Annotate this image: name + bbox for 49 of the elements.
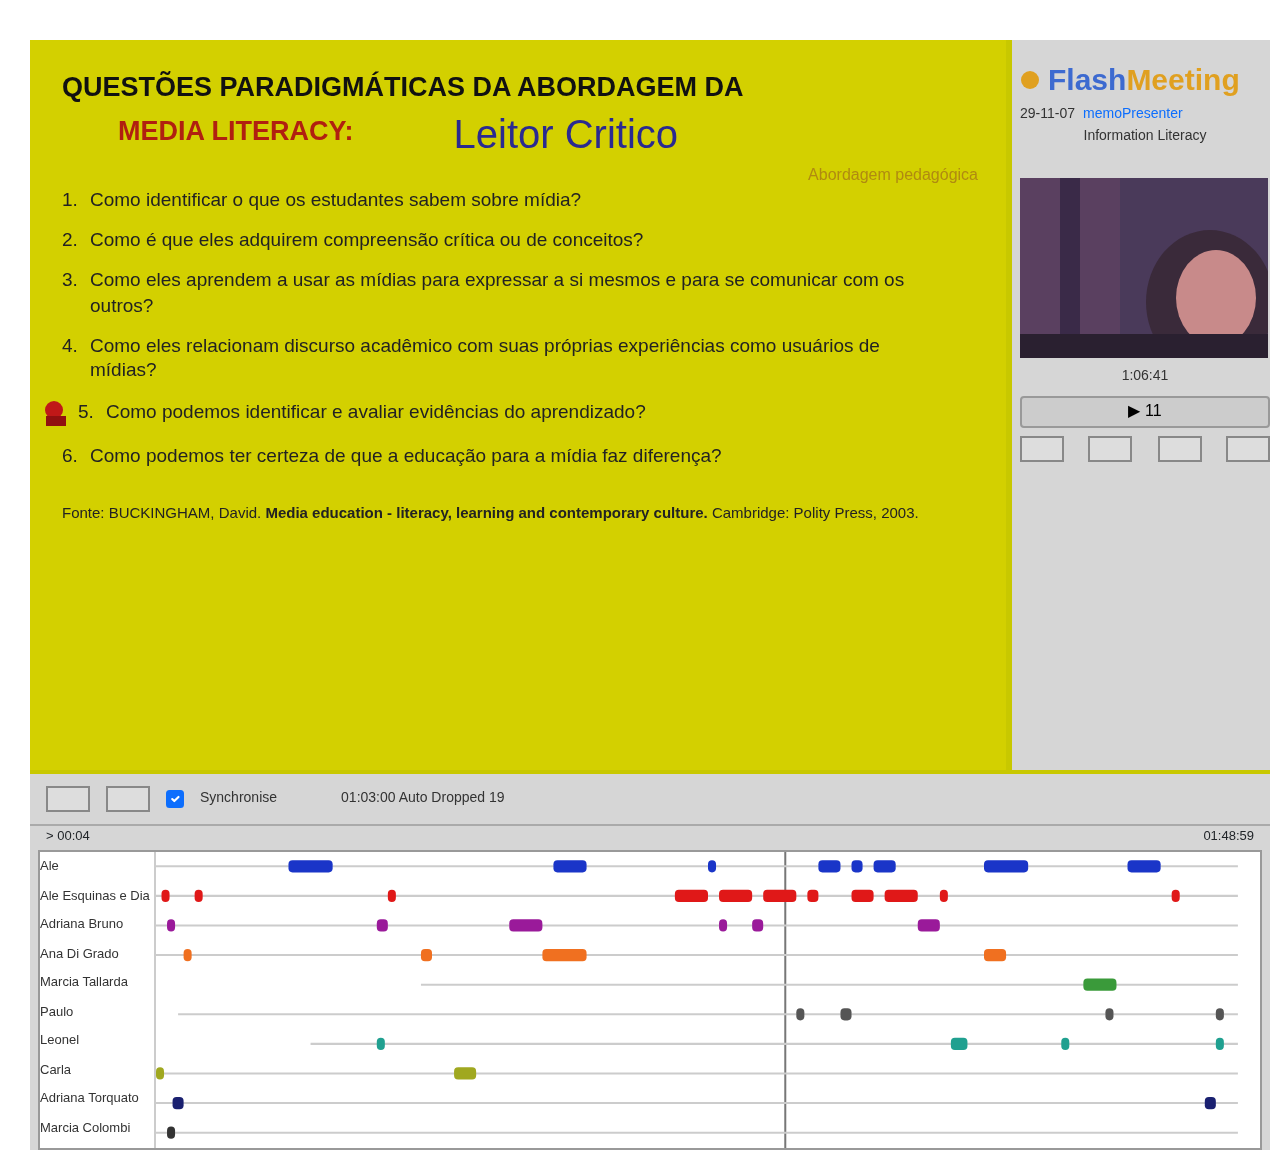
sequence-button[interactable] [106, 786, 150, 812]
forward-button[interactable] [1157, 435, 1202, 461]
playhead-line[interactable] [784, 852, 787, 1148]
sun-icon [1020, 70, 1040, 90]
view-button[interactable] [46, 786, 90, 812]
speech-segment[interactable] [851, 860, 863, 873]
question-text: Como podemos ter certeza de que a educação para a mídia faz diferença? [90, 443, 722, 468]
speech-segment[interactable] [1204, 1096, 1216, 1110]
speech-segment[interactable] [553, 860, 587, 873]
speech-segment[interactable] [796, 1008, 805, 1021]
question-text: Como podemos identificar e avaliar evidências do aprendizado? [106, 399, 646, 426]
brand-logo: Meeting [1126, 62, 1240, 96]
speech-segment[interactable] [376, 919, 388, 932]
speech-segment[interactable] [984, 860, 1029, 873]
speech-segment[interactable] [719, 919, 728, 932]
question-number: 3. [62, 268, 80, 295]
slide-tag: Abordagem pedagógica [62, 163, 978, 188]
speech-segment[interactable] [708, 860, 717, 873]
speech-segment[interactable] [840, 1008, 852, 1021]
speech-segment[interactable] [1215, 1008, 1224, 1021]
question-number: 4. [62, 333, 80, 360]
rewind-button[interactable] [1088, 435, 1133, 461]
slide-title: QUESTÕES PARADIGMÁTICAS DA ABORDAGEM DA [62, 72, 746, 104]
skip-back-button[interactable] [1020, 435, 1064, 461]
question-text: Como é que eles adquirem compreensão crítica ou de conceitos? [90, 227, 644, 253]
speech-segment[interactable] [167, 1126, 176, 1139]
speech-segment[interactable] [172, 1096, 184, 1110]
speech-segment[interactable] [917, 919, 940, 932]
brand-logo: Flash [1048, 62, 1127, 96]
speech-segment[interactable] [167, 919, 176, 932]
question-number: 5. [78, 399, 96, 426]
question-number: 1. [62, 187, 80, 212]
speech-segment[interactable] [1127, 860, 1161, 873]
question-text: Como eles aprendem a usar as mídias para expressar a si mesmos e para se comunicar com os outros? [90, 268, 907, 318]
speech-segment[interactable] [873, 860, 896, 873]
speech-segment[interactable] [1105, 1008, 1114, 1021]
question-text: Como eles relacionam discurso acadêmico com suas próprias experiências como usuários de mídias? [90, 333, 882, 384]
slide-heading: Leitor Critico [453, 109, 679, 160]
speech-segment[interactable] [752, 919, 764, 932]
question-number: 6. [62, 443, 80, 468]
speech-segment[interactable] [818, 860, 841, 873]
synchronise-checkbox[interactable] [166, 790, 184, 808]
question-text: Como identificar o que os estudantes sabem sobre mídia? [90, 187, 582, 212]
slide-subtitle: MEDIA LITERACY: [116, 114, 354, 151]
speech-segment[interactable] [509, 919, 543, 932]
question-number: 2. [62, 227, 80, 253]
play-button[interactable]: ▶ 11 [1020, 395, 1270, 427]
speech-segment[interactable] [288, 860, 333, 873]
skip-forward-button[interactable] [1225, 435, 1270, 461]
